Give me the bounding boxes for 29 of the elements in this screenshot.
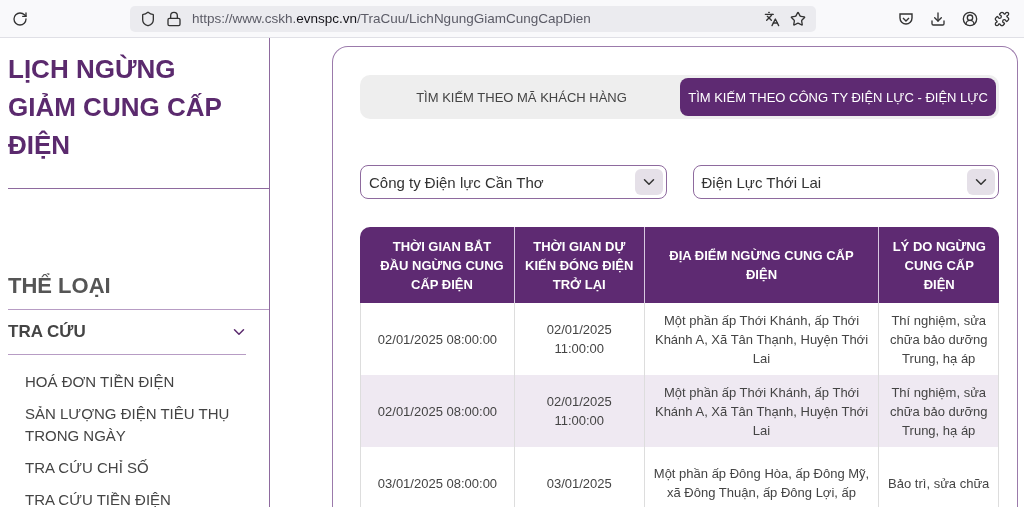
category-heading: THỂ LOẠI [8,273,269,310]
menu-item[interactable]: SẢN LƯỢNG ĐIỆN TIÊU THỤ TRONG NGÀY [25,403,235,447]
table-cell: Một phần ấp Đông Hòa, ấp Đông Mỹ, xã Đông Thuận, ấp Đông Lợi, ấp [643,447,879,507]
menu-group-label[interactable]: TRA CỨU [8,322,86,342]
address-bar[interactable]: https://www.cskh.evnspc.vn/TraCuu/LichNgungGiamCungCapDien [130,5,816,32]
column-header: THỜI GIAN DỰ KIẾN ĐÓNG ĐIỆN TRỞ LẠI [513,227,644,303]
table-cell: Bảo trì, sửa chữa [878,447,999,507]
table-cell: 03/01/2025 [513,447,644,507]
lock-icon[interactable] [166,10,182,27]
search-tab[interactable]: TÌM KIẾM THEO MÃ KHÁCH HÀNG [363,78,680,116]
column-header: THỜI GIAN BẮT ĐẦU NGỪNG CUNG CẤP ĐIỆN [360,227,514,303]
column-header: LÝ DO NGỪNG CUNG CẤP ĐIỆN [878,227,999,303]
url-text: https://www.cskh.evnspc.vn/TraCuu/LichNgungGiamCungCapDien [192,11,592,26]
shield-icon[interactable] [140,10,156,27]
menu-item[interactable]: TRA CỨU TIỀN ĐIỆN [25,489,235,507]
menu-item[interactable]: TRA CỨU CHỈ SỐ [25,457,235,479]
column-header: ĐỊA ĐIỂM NGỪNG CUNG CẤP ĐIỆN [643,227,879,303]
download-icon[interactable] [930,10,946,27]
search-tab[interactable]: TÌM KIẾM THEO CÔNG TY ĐIỆN LỰC - ĐIỆN LỰC [680,78,996,116]
account-icon[interactable] [962,10,978,27]
dropdown-select[interactable]: Công ty Điện lực Cần Thơ [360,165,667,199]
page-title: LỊCH NGỪNG GIẢM CUNG CẤP ĐIỆN [8,50,269,189]
menu-item[interactable]: HOÁ ĐƠN TIỀN ĐIỆN [25,371,235,393]
dropdown-select[interactable]: Điện Lực Thới Lai [692,165,999,199]
star-icon[interactable] [790,10,806,27]
extensions-icon[interactable] [994,10,1010,27]
table-cell: 03/01/2025 08:00:00 [360,447,514,507]
translate-icon[interactable] [764,10,780,27]
reload-icon[interactable] [12,10,28,27]
